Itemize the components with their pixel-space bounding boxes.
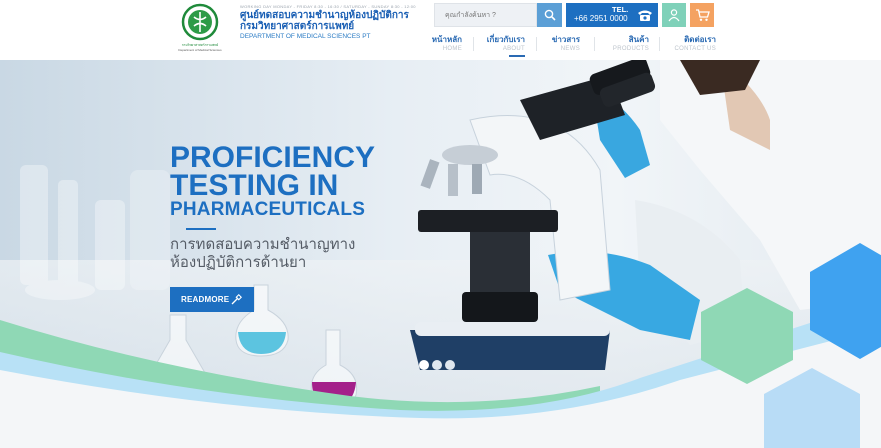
nav-item-label-th: หน้าหลัก [431, 35, 462, 44]
nav-item-label-th: ติดต่อเรา [684, 35, 716, 44]
nav-item-news[interactable]: ข่าวสาร NEWS [540, 33, 580, 57]
dms-logo[interactable]: กรมวิทยาศาสตร์การแพทย์ Department of Med… [176, 2, 224, 54]
readmore-button[interactable]: READMORE [170, 287, 254, 312]
hero-background-image [0, 60, 881, 448]
nav-divider [594, 37, 595, 51]
nav-item-contact[interactable]: ติดต่อเรา CONTACT US [668, 33, 716, 57]
cart-button[interactable] [690, 3, 714, 27]
org-name-th-line1: ศูนย์ทดสอบความชำนาญห้องปฏิบัติการ [240, 10, 409, 21]
hero-title-line2: TESTING IN [170, 169, 339, 202]
user-icon [668, 9, 680, 22]
site-header: กรมวิทยาศาสตร์การแพทย์ Department of Med… [0, 0, 881, 60]
hero-headline: PROFICIENCY TESTING IN PHARMACEUTICALS [170, 141, 376, 220]
cart-icon [695, 9, 710, 21]
nav-item-label-th: สินค้า [628, 35, 649, 44]
nav-divider [473, 37, 474, 51]
nav-item-label-th: ข่าวสาร [551, 35, 580, 44]
tel-number: +66 2951 0000 [574, 14, 628, 23]
profile-button[interactable] [662, 3, 686, 27]
org-name-en: DEPARTMENT OF MEDICAL SCIENCES PT [240, 33, 371, 40]
search-icon [544, 9, 556, 21]
slide-dot-1[interactable] [419, 360, 429, 370]
nav-active-indicator [509, 55, 525, 57]
slider-pagination [419, 360, 455, 370]
slide-dot-3[interactable] [445, 360, 455, 370]
headline-accent-line [186, 228, 216, 230]
hero-title-line3: PHARMACEUTICALS [170, 199, 366, 220]
nav-item-label-en: PRODUCTS [612, 46, 649, 52]
nav-divider [659, 37, 660, 51]
nav-item-label-th: เกี่ยวกับเรา [486, 35, 525, 44]
nav-item-label-en: ABOUT [502, 46, 525, 52]
hero-subtitle-line2: ห้องปฏิบัติการด้านยา [170, 254, 307, 271]
phone-icon [638, 10, 652, 21]
slide-dot-2[interactable] [432, 360, 442, 370]
search-box [434, 3, 541, 27]
pipette-icon [231, 294, 242, 305]
nav-item-label-en: CONTACT US [674, 46, 716, 52]
org-name-th-line2: กรมวิทยาศาสตร์การแพทย์ [240, 21, 355, 32]
nav-item-about[interactable]: เกี่ยวกับเรา ABOUT [482, 33, 525, 57]
nav-item-label-en: HOME [442, 46, 462, 52]
svg-text:Department of Medical Sciences: Department of Medical Sciences [178, 48, 222, 52]
org-name-block: WORKING DAY MONDAY - FRIDAY 8:30 - 16:30… [240, 4, 430, 40]
nav-item-label-en: NEWS [560, 46, 580, 52]
telephone-button[interactable]: TEL. +66 2951 0000 [566, 3, 658, 27]
nav-item-home[interactable]: หน้าหลัก HOME [426, 33, 462, 57]
hero-subtitle: การทดสอบความชำนาญทาง ห้องปฏิบัติการด้านย… [170, 236, 355, 272]
svg-text:กรมวิทยาศาสตร์การแพทย์: กรมวิทยาศาสตร์การแพทย์ [182, 43, 219, 47]
hero-title-line1: PROFICIENCY [170, 141, 376, 174]
search-button[interactable] [537, 3, 562, 27]
readmore-label: READMORE [181, 295, 230, 304]
hero-subtitle-line1: การทดสอบความชำนาญทาง [170, 236, 356, 253]
hero-banner: PROFICIENCY TESTING IN PHARMACEUTICALS ก… [0, 60, 881, 448]
nav-divider [536, 37, 537, 51]
nav-item-products[interactable]: สินค้า PRODUCTS [603, 33, 649, 57]
search-input[interactable] [435, 4, 541, 27]
tel-label: TEL. [612, 5, 629, 14]
